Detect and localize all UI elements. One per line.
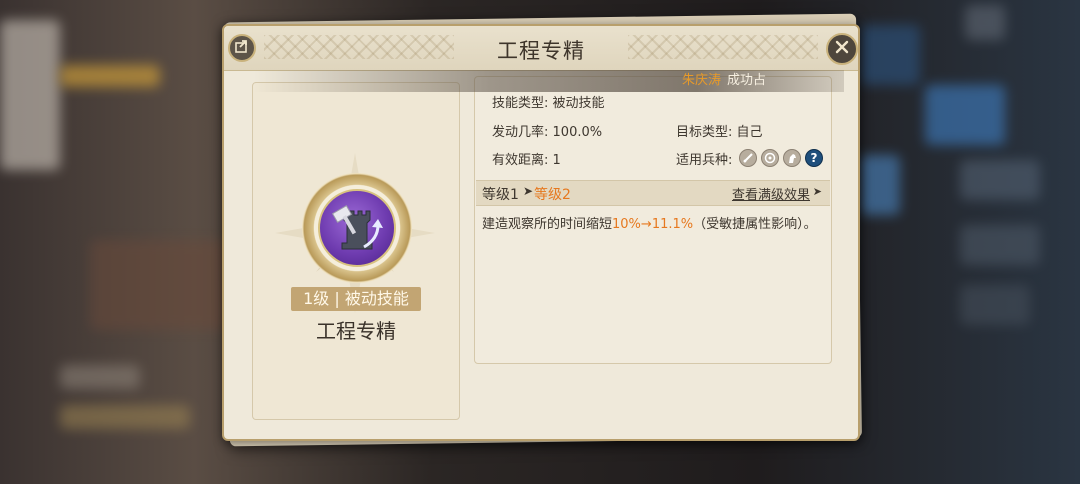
notice-message: 成功占 [727,73,767,88]
trigger-rate-row: 发动几率: 100.0% [492,121,602,140]
background-blur [960,285,1030,325]
skill-effect-text: 建造观察所的时间缩短10%→11.1%（受敏捷属性影响）。 [482,213,817,232]
chevron-right-icon[interactable]: ➤ [813,185,822,198]
target-type-row: 目标类型: 自己 [676,121,763,140]
skill-dialog: 工程专精 1级 | 被动技能 工程专精 朱庆涛 成功占 技能类型: 被动技能 发… [222,24,860,441]
close-button[interactable] [826,33,858,65]
effect-current-value: 10% [612,217,641,232]
sword-icon [739,149,757,167]
help-icon[interactable]: ? [805,149,823,167]
background-blur [60,365,140,389]
dialog-titlebar: 工程专精 [224,26,858,71]
effect-suffix: （受敏捷属性影响）。 [693,217,817,232]
notice-player-name: 朱庆涛 [682,73,722,88]
background-blur [960,225,1040,265]
skill-name: 工程专精 [316,319,396,343]
target-type-label: 目标类型: [676,125,733,140]
background-blur [0,20,60,170]
background-blur [60,65,160,87]
horse-icon [783,149,801,167]
background-blur [60,405,190,429]
level-row: 等级1 ➤ 等级2 查看满级效果 ➤ [476,180,830,206]
background-blur [860,155,900,215]
skill-type-label: 技能类型: [492,96,549,111]
notification-banner: 朱庆涛 成功占 [254,70,844,92]
effect-prefix: 建造观察所的时间缩短 [482,217,613,232]
background-blur [925,85,1005,145]
dialog-title: 工程专精 [497,39,585,63]
range-row: 有效距离: 1 [492,149,561,168]
effect-next-value: →11.1% [640,217,694,232]
hammer-rook-icon [318,189,396,267]
troop-types-row: 适用兵种: [676,149,732,168]
skill-overview-panel: 1级 | 被动技能 工程专精 [252,82,460,420]
trigger-rate-label: 发动几率: [492,125,549,140]
troop-types-label: 适用兵种: [676,153,733,168]
target-icon [761,149,779,167]
skill-type-value: 被动技能 [552,96,605,111]
background-blur [960,160,1040,200]
next-level: 等级2 [534,187,571,203]
level-arrow-icon: ➤ [523,184,534,198]
close-icon [834,39,850,59]
view-max-level-link[interactable]: 查看满级效果 [732,184,810,203]
share-icon [234,38,250,58]
target-type-value: 自己 [736,125,763,140]
current-level: 等级1 [482,187,519,203]
share-button[interactable] [228,34,256,62]
background-blur [860,25,920,85]
trigger-rate-value: 100.0% [552,125,603,140]
background-blur [965,5,1005,40]
skill-type-row: 技能类型: 被动技能 [492,92,605,111]
background-blur [90,240,230,330]
skill-level-badge: 1级 | 被动技能 [291,287,421,311]
range-value: 1 [552,153,561,168]
range-label: 有效距离: [492,153,549,168]
